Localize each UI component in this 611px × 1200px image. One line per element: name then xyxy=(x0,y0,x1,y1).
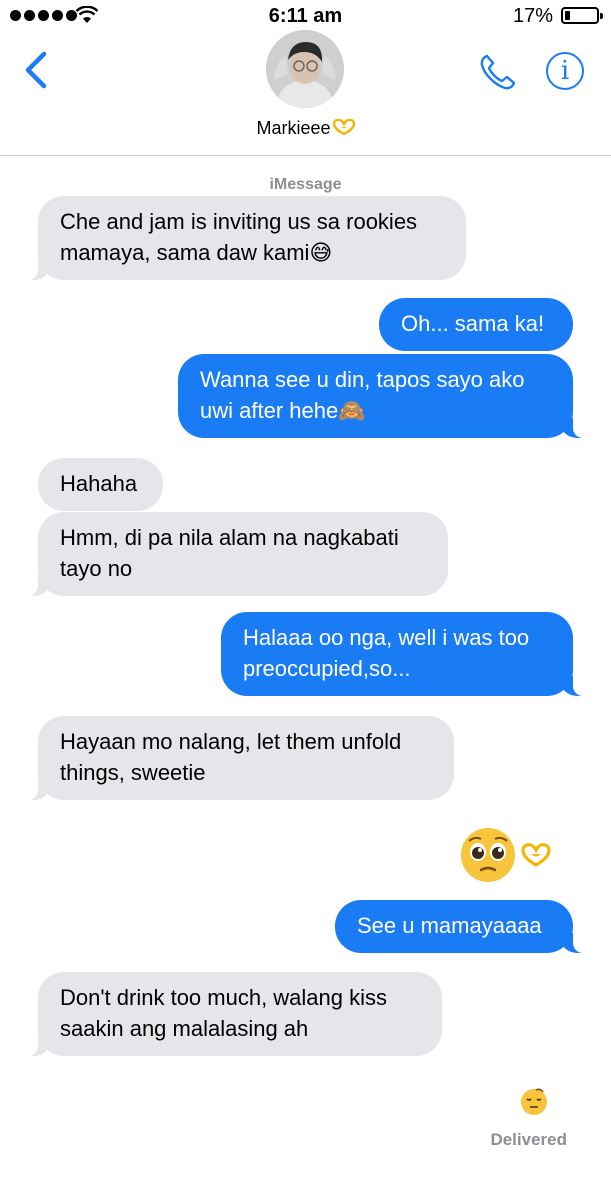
incoming-message[interactable]: Che and jam is inviting us sa rookies ma… xyxy=(24,196,466,280)
outgoing-message[interactable]: See u mamayaaaa xyxy=(335,900,587,953)
message-text: Don't drink too much, walang kiss saakin… xyxy=(60,985,388,1041)
sleepy-face-icon xyxy=(521,1088,547,1115)
back-chevron-icon[interactable] xyxy=(22,50,52,90)
phone-call-icon[interactable] xyxy=(478,52,518,92)
service-label: iMessage xyxy=(269,176,342,193)
message-text: Hahaha xyxy=(60,471,138,496)
incoming-message[interactable]: Hayaan mo nalang, let them unfold things… xyxy=(24,716,454,800)
outgoing-emoji-message[interactable] xyxy=(459,826,551,884)
incoming-message[interactable]: Don't drink too much, walang kiss saakin… xyxy=(24,972,442,1056)
contact-name[interactable]: Markieee xyxy=(0,118,611,139)
outgoing-message[interactable]: Halaaa oo nga, well i was too preoccupie… xyxy=(221,612,587,696)
avatar-photo xyxy=(266,30,344,108)
incoming-message[interactable]: Hmm, di pa nila alam na nagkabati tayo n… xyxy=(24,512,448,596)
message-text: Che and jam is inviting us sa rookies ma… xyxy=(60,209,418,265)
message-text: Oh... sama ka! xyxy=(401,311,545,336)
conversation-header: Markieee i xyxy=(0,0,611,156)
outgoing-message[interactable]: Wanna see u din, tapos sayo ako uwi afte… xyxy=(178,354,587,438)
outgoing-message[interactable]: Oh... sama ka! xyxy=(379,298,573,351)
heart-hands-icon xyxy=(521,843,551,867)
contact-avatar[interactable] xyxy=(266,30,344,108)
pleading-face-icon xyxy=(461,828,515,882)
info-icon[interactable]: i xyxy=(546,52,584,90)
message-text: Hayaan mo nalang, let them unfold things… xyxy=(60,729,402,785)
heart-hands-icon xyxy=(332,118,355,136)
contact-name-text: Markieee xyxy=(256,118,331,138)
message-text: Hmm, di pa nila alam na nagkabati tayo n… xyxy=(60,525,399,581)
message-text: See u mamayaaaa xyxy=(357,913,542,938)
delivery-status: Delivered xyxy=(490,1130,567,1149)
message-text: Halaaa oo nga, well i was too preoccupie… xyxy=(243,625,530,681)
message-text: Wanna see u din, tapos sayo ako uwi afte… xyxy=(200,367,525,423)
incoming-message[interactable]: Hahaha xyxy=(38,458,163,511)
